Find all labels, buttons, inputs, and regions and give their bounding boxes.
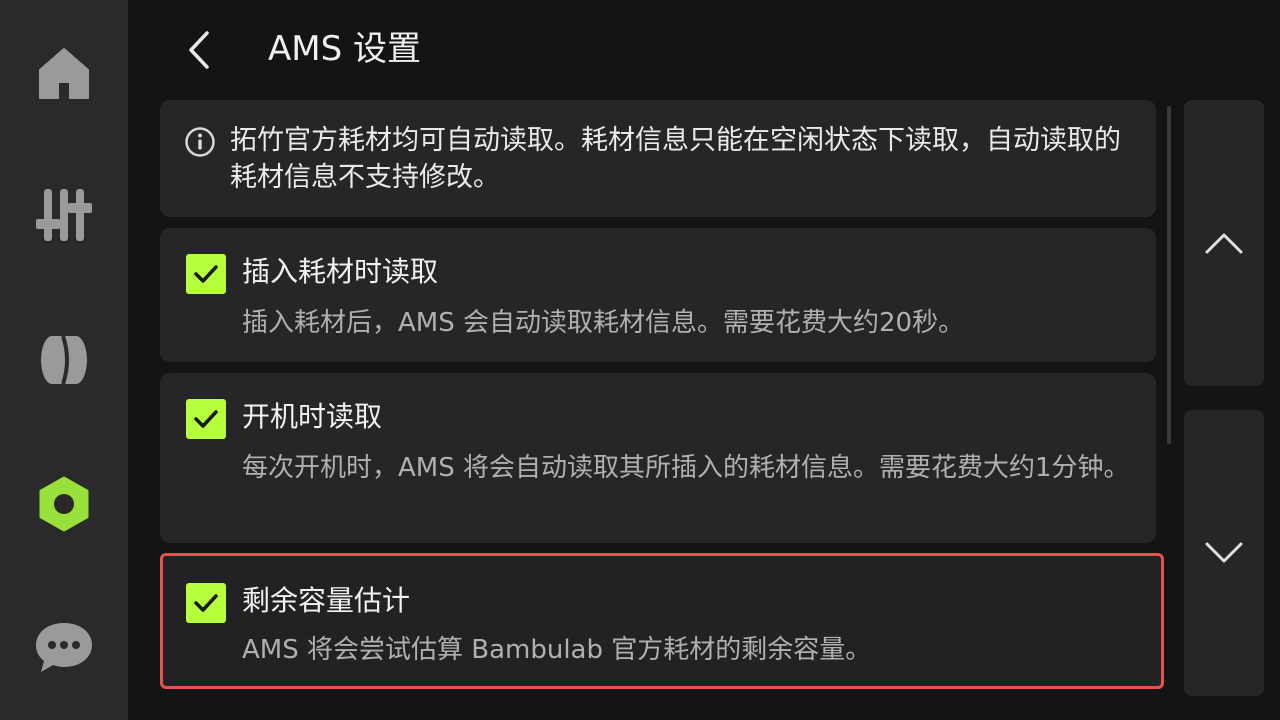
- filament-icon: [41, 335, 87, 385]
- scrollbar[interactable]: [1167, 106, 1171, 444]
- chevron-up-icon: [1205, 233, 1243, 254]
- nav-filament-button[interactable]: [24, 320, 104, 400]
- settings-nut-icon: [39, 476, 89, 532]
- home-icon: [39, 48, 89, 99]
- option-title: 剩余容量估计: [242, 584, 411, 617]
- nav-controls-button[interactable]: [24, 175, 104, 255]
- option-remaining-capacity: 剩余容量估计 AMS 将会尝试估算 Bambulab 官方耗材的剩余容量。: [160, 553, 1164, 689]
- nav-settings-button[interactable]: [24, 464, 104, 544]
- info-icon: [185, 127, 215, 157]
- checkmark-icon: [194, 594, 218, 612]
- chevron-left-icon: [189, 31, 209, 69]
- info-text: 拓竹官方耗材均可自动读取。耗材信息只能在空闲状态下读取，自动读取的耗材信息不支持…: [230, 125, 1121, 193]
- sidebar: [0, 0, 128, 720]
- nav-messages-button[interactable]: [24, 608, 104, 688]
- nav-home-button[interactable]: [24, 32, 104, 112]
- scroll-up-button[interactable]: [1184, 100, 1264, 386]
- option-read-on-startup: 开机时读取 每次开机时，AMS 将会自动读取其所插入的耗材信息。需要花费大约1分…: [160, 373, 1156, 543]
- read-on-startup-checkbox[interactable]: [186, 399, 226, 439]
- option-description: 插入耗材后，AMS 会自动读取耗材信息。需要花费大约20秒。: [242, 308, 965, 338]
- option-description: 每次开机时，AMS 将会自动读取其所插入的耗材信息。需要花费大约1分钟。: [242, 453, 1130, 483]
- back-button[interactable]: [172, 22, 228, 78]
- chevron-down-icon: [1205, 542, 1243, 563]
- remaining-capacity-checkbox[interactable]: [186, 583, 226, 623]
- scroll-down-button[interactable]: [1184, 410, 1264, 696]
- ams-settings-screen: AMS 设置 拓竹官方耗材均可自动读取。耗材信息只能在空闲状态下读取，自动读取的…: [0, 0, 1280, 720]
- chat-icon: [36, 623, 92, 672]
- option-title: 开机时读取: [242, 400, 383, 433]
- option-description: AMS 将会尝试估算 Bambulab 官方耗材的剩余容量。: [242, 635, 872, 665]
- checkmark-icon: [194, 265, 218, 283]
- option-read-on-insert: 插入耗材时读取 插入耗材后，AMS 会自动读取耗材信息。需要花费大约20秒。: [160, 228, 1156, 362]
- checkmark-icon: [194, 410, 218, 428]
- option-title: 插入耗材时读取: [242, 255, 439, 288]
- sliders-icon: [36, 189, 92, 241]
- page-title: AMS 设置: [268, 29, 421, 69]
- read-on-insert-checkbox[interactable]: [186, 254, 226, 294]
- info-card: 拓竹官方耗材均可自动读取。耗材信息只能在空闲状态下读取，自动读取的耗材信息不支持…: [160, 100, 1156, 217]
